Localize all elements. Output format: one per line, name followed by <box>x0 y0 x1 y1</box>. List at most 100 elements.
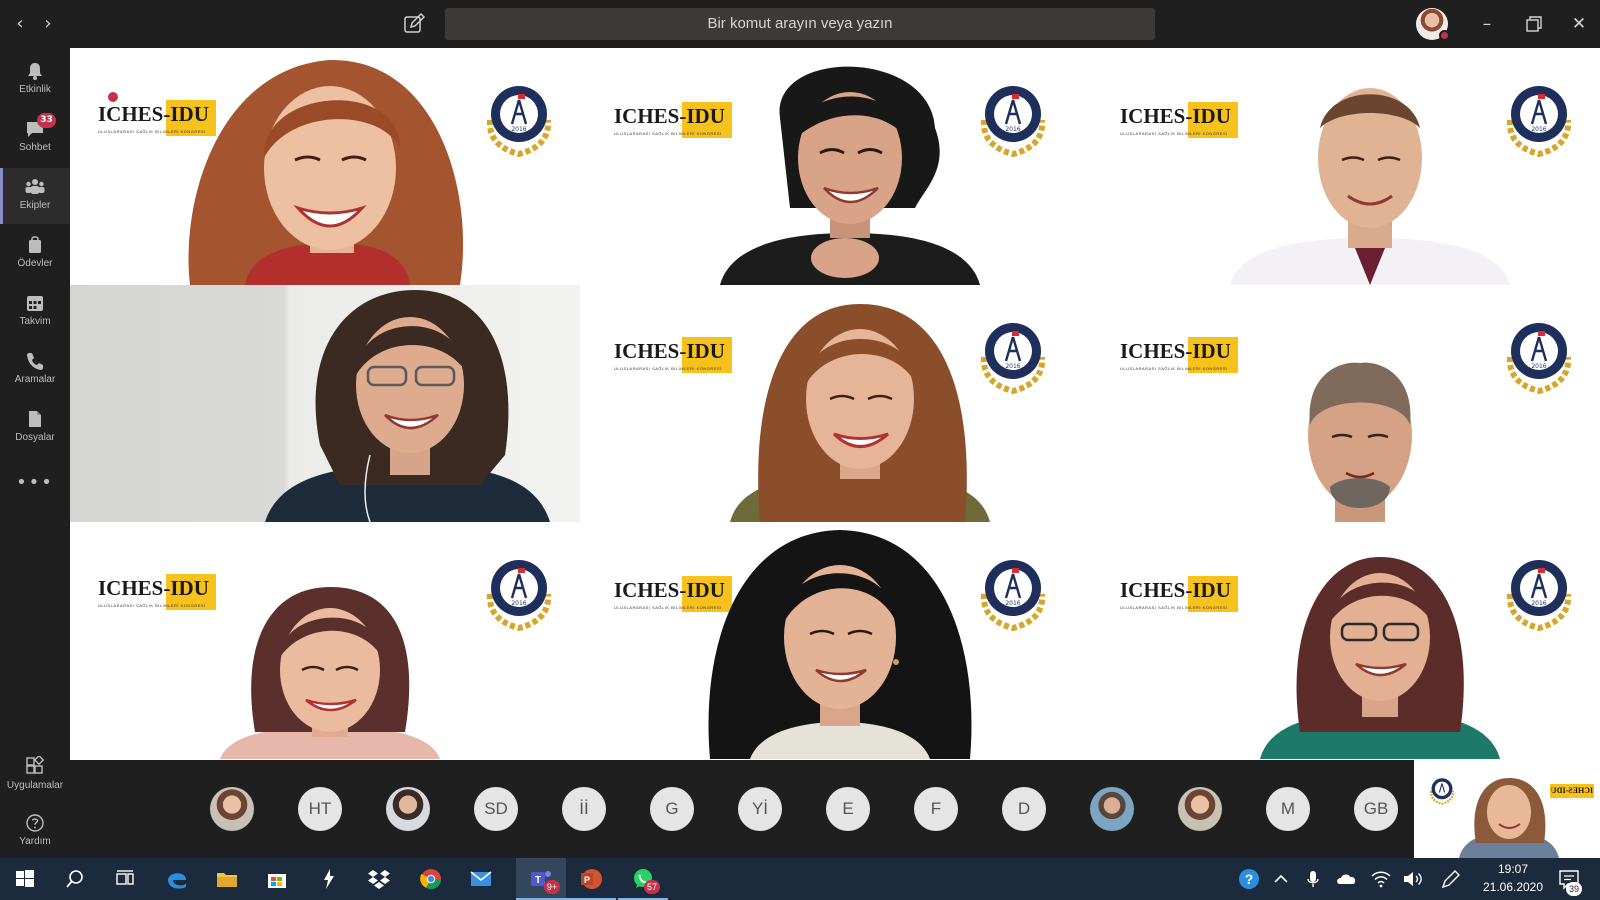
help-icon <box>26 814 44 832</box>
mail-icon[interactable] <box>468 866 494 892</box>
rail-item-chat[interactable]: 33 Sohbet <box>0 110 70 166</box>
participant-video <box>265 290 550 522</box>
rail-item-calls[interactable]: Aramalar <box>0 342 70 398</box>
lightning-app-icon[interactable] <box>316 866 342 892</box>
teams-taskbar-button[interactable]: T 9+ <box>516 858 566 900</box>
participant-avatar[interactable]: E <box>826 787 870 831</box>
rail-item-apps[interactable]: Uygulamalar <box>0 748 70 804</box>
participant-avatar[interactable] <box>1178 787 1222 831</box>
chevron-up-icon[interactable] <box>1268 866 1294 892</box>
help-tray-icon[interactable]: ? <box>1236 866 1262 892</box>
participant-avatar[interactable]: M <box>1266 787 1310 831</box>
video-tile[interactable]: ICHES-IDU ULUSLARARASI SAĞLIK BİLİMLERİ … <box>580 285 1090 522</box>
participant-avatar[interactable] <box>1090 787 1134 831</box>
chrome-icon[interactable] <box>418 866 444 892</box>
chevron-left-icon: ‹ <box>16 13 24 34</box>
participant-video <box>720 66 980 285</box>
rail-item-activity[interactable]: Etkinlik <box>0 52 70 108</box>
university-seal-icon: 2016 <box>486 560 552 632</box>
video-tile[interactable]: ICHES-IDU ULUSLARARASI SAĞLIK BİLİMLERİ … <box>580 522 1090 759</box>
participant-video <box>1308 362 1412 522</box>
file-explorer-icon[interactable] <box>214 866 240 892</box>
chevron-right-icon: › <box>44 13 52 34</box>
task-view-icon[interactable] <box>112 866 138 892</box>
self-view-video[interactable]: ICHES-IDU <box>1414 760 1600 858</box>
status-badge <box>1439 30 1450 41</box>
conference-logo: ICHES-IDU ULUSLARARASI SAĞLIK BİLİMLERİ … <box>1120 576 1238 620</box>
clock-time[interactable]: 19:07 <box>1478 862 1548 876</box>
participant-avatar[interactable]: SD <box>474 787 518 831</box>
participant-avatar[interactable]: GB <box>1354 787 1398 831</box>
video-tile[interactable]: ICHES-IDU ULUSLARARASI SAĞLIK BİLİMLERİ … <box>70 48 580 285</box>
onedrive-icon[interactable] <box>1334 866 1360 892</box>
participant-avatar[interactable]: Yİ <box>738 787 782 831</box>
participant-avatar[interactable]: F <box>914 787 958 831</box>
participant-avatar[interactable]: D <box>1002 787 1046 831</box>
participant-video <box>220 587 440 759</box>
video-tile[interactable] <box>70 285 580 522</box>
assignments-icon <box>29 236 41 253</box>
whatsapp-taskbar-button[interactable]: 57 <box>618 858 668 900</box>
microsoft-store-icon[interactable] <box>264 866 290 892</box>
rail-item-label: Ekipler <box>19 200 51 211</box>
rail-item-calendar[interactable]: Takvim <box>0 284 70 340</box>
svg-text:2016: 2016 <box>1005 600 1020 607</box>
wifi-icon[interactable] <box>1368 866 1394 892</box>
participant-video <box>708 530 972 759</box>
participant-avatar[interactable] <box>386 787 430 831</box>
forward-button[interactable]: › <box>34 10 62 38</box>
video-tile[interactable]: ICHES-IDU ULUSLARARASI SAĞLIK BİLİMLERİ … <box>580 48 1090 285</box>
compose-icon <box>404 12 426 33</box>
microphone-icon[interactable] <box>1300 866 1326 892</box>
participant-strip: HT SD İİ G Yİ E F D M GB ICHES-IDU <box>70 760 1600 858</box>
video-tile[interactable]: ICHES-IDU ULUSLARARASI SAĞLIK BİLİMLERİ … <box>1090 48 1600 285</box>
participant-avatar[interactable]: HT <box>298 787 342 831</box>
new-chat-button[interactable] <box>402 12 426 36</box>
search-icon[interactable] <box>62 866 88 892</box>
rail-item-assignments[interactable]: Ödevler <box>0 226 70 282</box>
dropbox-icon[interactable] <box>366 866 392 892</box>
participant-video <box>1230 88 1510 285</box>
svg-text:2016: 2016 <box>511 600 526 607</box>
rail-item-label: Aramalar <box>14 374 56 385</box>
title-bar: ‹ › Bir komut arayın veya yazın – ✕ <box>0 0 1600 48</box>
pen-icon[interactable] <box>1438 866 1464 892</box>
notifications-count-badge: 39 <box>1566 882 1582 896</box>
university-seal-icon <box>1429 778 1455 805</box>
participant-avatar[interactable] <box>210 787 254 831</box>
svg-text:2016: 2016 <box>511 126 526 133</box>
clock-date[interactable]: 21.06.2020 <box>1478 880 1548 894</box>
back-button[interactable]: ‹ <box>6 10 34 38</box>
video-tile[interactable]: ICHES-IDU ULUSLARARASI SAĞLIK BİLİMLERİ … <box>1090 285 1600 522</box>
svg-text:T: T <box>535 875 541 886</box>
volume-icon[interactable] <box>1400 866 1426 892</box>
svg-text:P: P <box>584 875 590 885</box>
rail-item-files[interactable]: Dosyalar <box>0 400 70 456</box>
more-apps-button[interactable]: ••• <box>0 472 70 493</box>
participant-avatar[interactable]: İİ <box>562 787 606 831</box>
svg-text:2016: 2016 <box>1531 600 1546 607</box>
video-grid: ICHES-IDU ULUSLARARASI SAĞLIK BİLİMLERİ … <box>70 48 1600 760</box>
app-rail: Etkinlik 33 Sohbet Ekipler Ödevler Takvi… <box>0 48 70 858</box>
conference-logo: ICHES-IDU ULUSLARARASI SAĞLIK BİLİMLERİ … <box>98 574 216 618</box>
apps-icon <box>26 756 45 774</box>
video-tile[interactable]: ICHES-IDU ULUSLARARASI SAĞLIK BİLİMLERİ … <box>1090 522 1600 759</box>
participant-avatar[interactable]: G <box>650 787 694 831</box>
video-tile[interactable]: ICHES-IDU ULUSLARARASI SAĞLIK BİLİMLERİ … <box>70 522 580 759</box>
powerpoint-taskbar-button[interactable]: P <box>566 858 616 900</box>
rail-item-label: Takvim <box>19 316 51 327</box>
svg-text:2016: 2016 <box>1531 363 1546 370</box>
profile-avatar[interactable] <box>1416 8 1450 41</box>
search-input[interactable]: Bir komut arayın veya yazın <box>445 8 1155 40</box>
minimize-icon: – <box>1482 14 1492 34</box>
bell-icon <box>28 63 42 80</box>
close-button[interactable]: ✕ <box>1567 12 1591 36</box>
rail-item-help[interactable]: Yardım <box>0 804 70 860</box>
edge-icon[interactable] <box>164 866 190 892</box>
minimize-button[interactable]: – <box>1475 12 1499 36</box>
rail-item-teams[interactable]: Ekipler <box>0 168 70 224</box>
svg-text:?: ? <box>1245 871 1254 887</box>
svg-text:2016: 2016 <box>1531 126 1546 133</box>
windows-start-icon[interactable] <box>12 866 38 892</box>
restore-button[interactable] <box>1522 12 1546 36</box>
